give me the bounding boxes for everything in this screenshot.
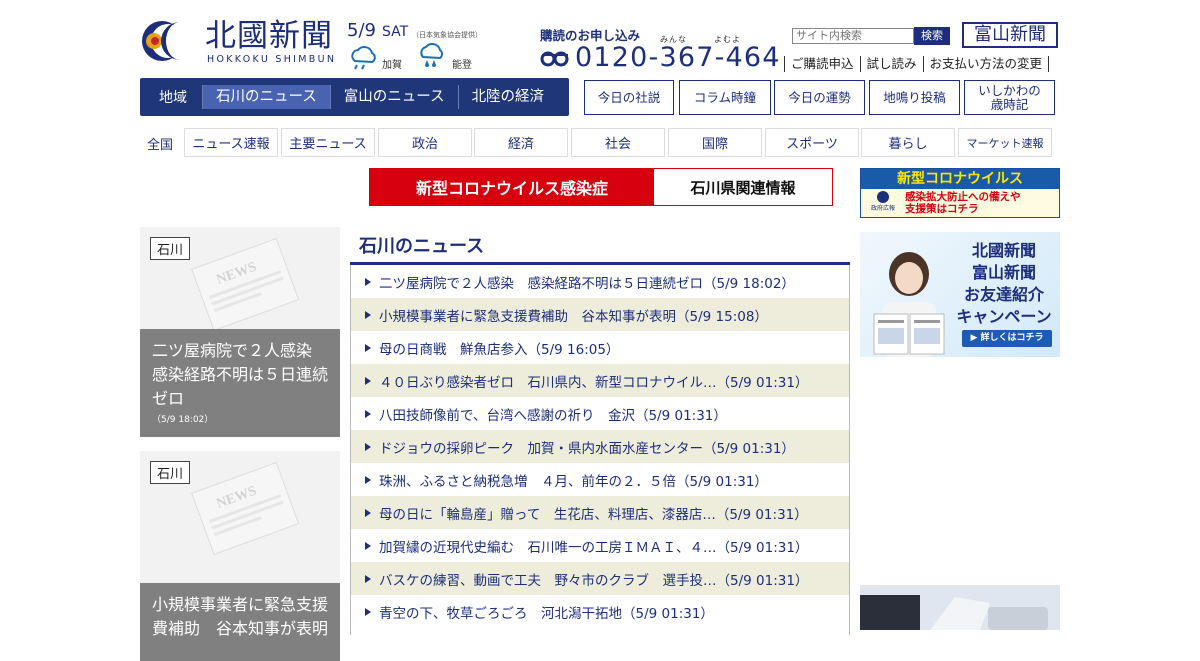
weather-location-kaga: 加賀 xyxy=(382,60,402,71)
category-market[interactable]: マーケット速報 xyxy=(958,128,1052,157)
heavy-rain-icon xyxy=(420,43,443,67)
news-list-item[interactable]: ４０日ぶり感染者ゼロ 石川県内、新型コロナウイル…（5/9 01:31） xyxy=(351,364,849,397)
tab-toyama-news[interactable]: 富山のニュース xyxy=(329,85,458,109)
toyama-shimbun-button[interactable]: 富山新聞 xyxy=(962,22,1058,48)
category-economy[interactable]: 経済 xyxy=(474,128,568,157)
news-list-item[interactable]: 青空の下、牧草ごろごろ 河北潟干拓地（5/9 01:31） xyxy=(351,595,849,628)
free-dial-icon xyxy=(540,51,569,67)
arrow-right-icon xyxy=(365,442,371,451)
tab-hokuriku-economy[interactable]: 北陸の経済 xyxy=(457,85,558,109)
arrow-right-icon xyxy=(365,343,371,352)
corona-info-banner[interactable]: 新型コロナウイルス感染症 石川県関連情報 xyxy=(369,168,833,206)
news-item-title[interactable]: 青空の下、牧草ごろごろ 河北潟干拓地（5/9 01:31） xyxy=(379,602,714,622)
featured-card[interactable]: NEWS 石川 二ツ屋病院で２人感染 感染経路不明は５日連続ゼロ （5/9 18… xyxy=(140,227,340,437)
category-nav-label: 全国 xyxy=(147,138,174,153)
news-item-title[interactable]: 二ツ屋病院で２人感染 感染経路不明は５日連続ゼロ（5/9 18:02） xyxy=(379,272,795,292)
region-nav: 地域 石川のニュース 富山のニュース 北陸の経済 xyxy=(140,78,569,116)
gov-logo-icon: 政府広報 xyxy=(865,191,901,215)
card-tag: 石川 xyxy=(150,461,191,484)
referral-campaign-ad[interactable]: 北國新聞 富山新聞 お友達紹介 キャンペーン ▶ 詳しくはコチラ xyxy=(860,232,1060,357)
news-list-item[interactable]: ドジョウの採卵ピーク 加賀・県内水面水産センター（5/9 01:31） xyxy=(351,430,849,463)
card-title[interactable]: 小規模事業者に緊急支援費補助 谷本知事が表明 xyxy=(152,593,328,641)
arrow-right-icon xyxy=(365,541,371,550)
category-breaking-news[interactable]: ニュース速報 xyxy=(184,128,278,157)
feature-fortune-button[interactable]: 今日の運勢 xyxy=(774,80,865,115)
news-item-title[interactable]: 加賀繍の近現代史編む 石川唯一の工房ＩＭＡＩ、４…（5/9 01:31） xyxy=(379,536,808,556)
news-list-item[interactable]: バスケの練習、動画で工夫 野々市のクラブ 選手投…（5/9 01:31） xyxy=(351,562,849,595)
arrow-right-icon xyxy=(365,574,371,583)
news-list-item[interactable]: 母の日に「輪島産」贈って 生花店、料理店、漆器店…（5/9 01:31） xyxy=(351,496,849,529)
news-item-title[interactable]: バスケの練習、動画で工夫 野々市のクラブ 選手投…（5/9 01:31） xyxy=(379,569,808,589)
arrow-right-icon xyxy=(365,475,371,484)
gov-banner-line1: 感染拡大防止への備えや xyxy=(905,191,1021,203)
corona-banner-left: 新型コロナウイルス感染症 xyxy=(370,169,654,205)
news-item-title[interactable]: 小規模事業者に緊急支援費補助 谷本知事が表明（5/9 15:08） xyxy=(379,305,768,325)
site-logo-text[interactable]: 北國新聞 xyxy=(205,18,333,54)
newspaper-icon: NEWS xyxy=(191,461,300,556)
news-item-title[interactable]: 母の日商戦 鮮魚店参入（5/9 16:05） xyxy=(379,338,619,358)
spokesperson-image xyxy=(873,252,945,357)
news-item-title[interactable]: 母の日に「輪島産」贈って 生花店、料理店、漆器店…（5/9 01:31） xyxy=(379,503,808,523)
news-list-item[interactable]: 加賀繍の近現代史編む 石川唯一の工房ＩＭＡＩ、４…（5/9 01:31） xyxy=(351,529,849,562)
arrow-right-icon xyxy=(365,277,371,286)
region-nav-label: 地域 xyxy=(159,90,187,106)
news-list: 二ツ屋病院で２人感染 感染経路不明は５日連続ゼロ（5/9 18:02） 小規模事業… xyxy=(350,265,850,635)
news-list-item[interactable]: 小規模事業者に緊急支援費補助 谷本知事が表明（5/9 15:08） xyxy=(351,298,849,331)
search-button[interactable]: 検索 xyxy=(914,27,950,45)
news-list-item[interactable]: 珠洲、ふるさと納税急増 ４月、前年の２．５倍（5/9 01:31） xyxy=(351,463,849,496)
subscription-phone[interactable]: 0120-367-464 xyxy=(575,42,781,73)
gov-corona-banner[interactable]: 新型コロナウイルス 政府広報 感染拡大防止への備えや 支援策はコチラ xyxy=(860,168,1060,218)
category-top-news[interactable]: 主要ニュース xyxy=(281,128,375,157)
ad-line2: 富山新聞 xyxy=(971,263,1036,282)
news-list-item[interactable]: 八田技師像前で、台湾へ感謝の祈り 金沢（5/9 01:31） xyxy=(351,397,849,430)
news-list-item[interactable]: 母の日商戦 鮮魚店参入（5/9 16:05） xyxy=(351,331,849,364)
ad-cta-button[interactable]: ▶ 詳しくはコチラ xyxy=(962,330,1052,347)
util-link-trial[interactable]: 試し読み xyxy=(859,56,923,72)
ad-line3: お友達紹介 xyxy=(963,285,1044,304)
util-link-subscribe[interactable]: ご購読申込 xyxy=(784,56,860,72)
weather-weekday: SAT xyxy=(382,24,409,40)
card-tag: 石川 xyxy=(150,237,191,260)
news-item-title[interactable]: 八田技師像前で、台湾へ感謝の祈り 金沢（5/9 01:31） xyxy=(379,404,727,424)
corona-banner-right: 石川県関連情報 xyxy=(654,169,832,205)
site-search-input[interactable] xyxy=(792,28,914,44)
feature-editorial-button[interactable]: 今日の社説 xyxy=(584,80,674,115)
site-logo-roman: HOKKOKU SHIMBUN xyxy=(207,54,337,65)
tab-ishikawa-news[interactable]: 石川のニュース xyxy=(202,85,330,109)
ad-line1: 北國新聞 xyxy=(971,241,1036,260)
weather-date: 5/9 xyxy=(347,20,376,41)
weather-location-noto: 能登 xyxy=(452,60,472,71)
news-item-title[interactable]: ４０日ぶり感染者ゼロ 石川県内、新型コロナウイル…（5/9 01:31） xyxy=(379,371,808,391)
category-sports[interactable]: スポーツ xyxy=(765,128,859,157)
category-politics[interactable]: 政治 xyxy=(378,128,472,157)
feature-letters-button[interactable]: 地鳴り投稿 xyxy=(869,80,960,115)
bottom-ad-image[interactable] xyxy=(860,585,1060,630)
arrow-right-icon xyxy=(365,607,371,616)
weather-source[interactable]: （日本気象協会提供） xyxy=(412,30,482,40)
gov-banner-line2: 支援策はコチラ xyxy=(905,203,979,215)
category-international[interactable]: 国際 xyxy=(668,128,762,157)
rain-cloud-icon xyxy=(351,46,376,70)
arrow-right-icon xyxy=(365,376,371,385)
ad-line4: キャンペーン xyxy=(956,307,1052,326)
category-society[interactable]: 社会 xyxy=(571,128,665,157)
news-item-title[interactable]: ドジョウの採卵ピーク 加賀・県内水面水産センター（5/9 01:31） xyxy=(379,437,795,457)
utility-links: ご購読申込 試し読み お支払い方法の変更 xyxy=(784,56,1050,72)
news-item-title[interactable]: 珠洲、ふるさと納税急増 ４月、前年の２．５倍（5/9 01:31） xyxy=(379,470,768,490)
newspaper-icon: NEWS xyxy=(191,237,300,332)
feature-almanac-button[interactable]: いしかわの 歳時記 xyxy=(964,80,1055,115)
arrow-right-icon xyxy=(365,409,371,418)
feature-column-button[interactable]: コラム時鐘 xyxy=(679,80,771,115)
card-date: （5/9 18:02） xyxy=(152,415,214,425)
gov-banner-title: 新型コロナウイルス xyxy=(861,169,1059,189)
card-title[interactable]: 二ツ屋病院で２人感染 感染経路不明は５日連続ゼロ xyxy=(152,339,328,411)
category-lifestyle[interactable]: 暮らし xyxy=(861,128,955,157)
arrow-right-icon xyxy=(365,310,371,319)
news-list-item[interactable]: 二ツ屋病院で２人感染 感染経路不明は５日連続ゼロ（5/9 18:02） xyxy=(351,265,849,298)
news-section-title: 石川のニュース xyxy=(359,236,485,257)
arrow-right-icon xyxy=(365,508,371,517)
hokkoku-logo-icon[interactable] xyxy=(140,18,198,64)
util-link-payment[interactable]: お支払い方法の変更 xyxy=(922,56,1050,72)
